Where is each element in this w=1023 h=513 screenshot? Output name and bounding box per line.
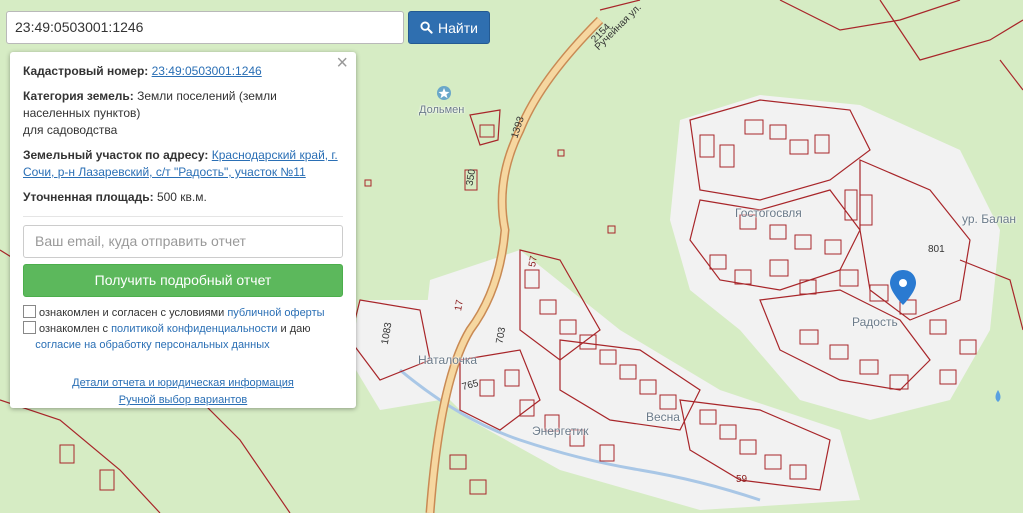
area-label: Уточненная площадь: — [23, 190, 154, 204]
info-panel: × Кадастровый номер: 23:49:0503001:1246 … — [10, 52, 356, 408]
road-number: 801 — [928, 244, 945, 255]
address-label: Земельный участок по адресу: — [23, 148, 209, 162]
map-label-natalochka: Наталочка — [418, 353, 478, 367]
report-details-link[interactable]: Детали отчета и юридическая информация — [72, 377, 294, 389]
cadastral-label: Кадастровый номер: — [23, 64, 149, 78]
map-label-energetik: Энергетик — [532, 424, 589, 438]
consent-privacy-text: ознакомлен с — [39, 323, 109, 335]
map-label-gostogoslya: Гостогосвля — [735, 206, 802, 220]
personal-data-consent-link[interactable]: согласие на обработку персональных данны… — [35, 339, 269, 351]
consent-privacy-checkbox[interactable] — [23, 321, 36, 334]
consent-offer-text: ознакомлен и согласен с условиями — [39, 307, 225, 319]
get-report-button[interactable]: Получить подробный отчет — [23, 264, 343, 297]
cadastral-number-link[interactable]: 23:49:0503001:1246 — [152, 64, 262, 78]
category-purpose: для садоводства — [23, 123, 118, 137]
search-icon — [420, 21, 433, 34]
search-button[interactable]: Найти — [408, 11, 490, 44]
public-offer-link[interactable]: публичной оферты — [227, 307, 324, 319]
plot-number: 17 — [453, 299, 466, 312]
divider — [23, 216, 343, 217]
consent-offer-row: ознакомлен и согласен с условиями публич… — [23, 305, 343, 321]
map-label-vesna: Весна — [646, 410, 680, 424]
manual-selection-link[interactable]: Ручной выбор вариантов — [119, 394, 247, 406]
privacy-policy-link[interactable]: политикой конфиденциальности — [111, 323, 277, 335]
email-field[interactable]: Ваш email, куда отправить отчет — [23, 225, 343, 258]
consent-privacy-mid: и даю — [280, 323, 311, 335]
close-icon[interactable]: × — [336, 53, 348, 73]
search-button-label: Найти — [438, 19, 478, 36]
map-label-dolmen: Дольмен — [419, 104, 465, 116]
consent-offer-checkbox[interactable] — [23, 305, 36, 318]
category-label: Категория земель: — [23, 89, 134, 103]
area-value: 500 кв.м. — [156, 190, 207, 204]
panel-footer-links: Детали отчета и юридическая информация Р… — [23, 375, 343, 408]
plot-number: 57 — [527, 255, 540, 268]
map-label-balanka: ур. Балан — [962, 212, 1017, 226]
consent-privacy-row: ознакомлен с политикой конфиденциальност… — [23, 321, 343, 353]
map-label-radost: Радость — [852, 315, 898, 329]
search-input[interactable]: 23:49:0503001:1246 — [6, 11, 404, 44]
plot-number: 59 — [736, 474, 748, 485]
